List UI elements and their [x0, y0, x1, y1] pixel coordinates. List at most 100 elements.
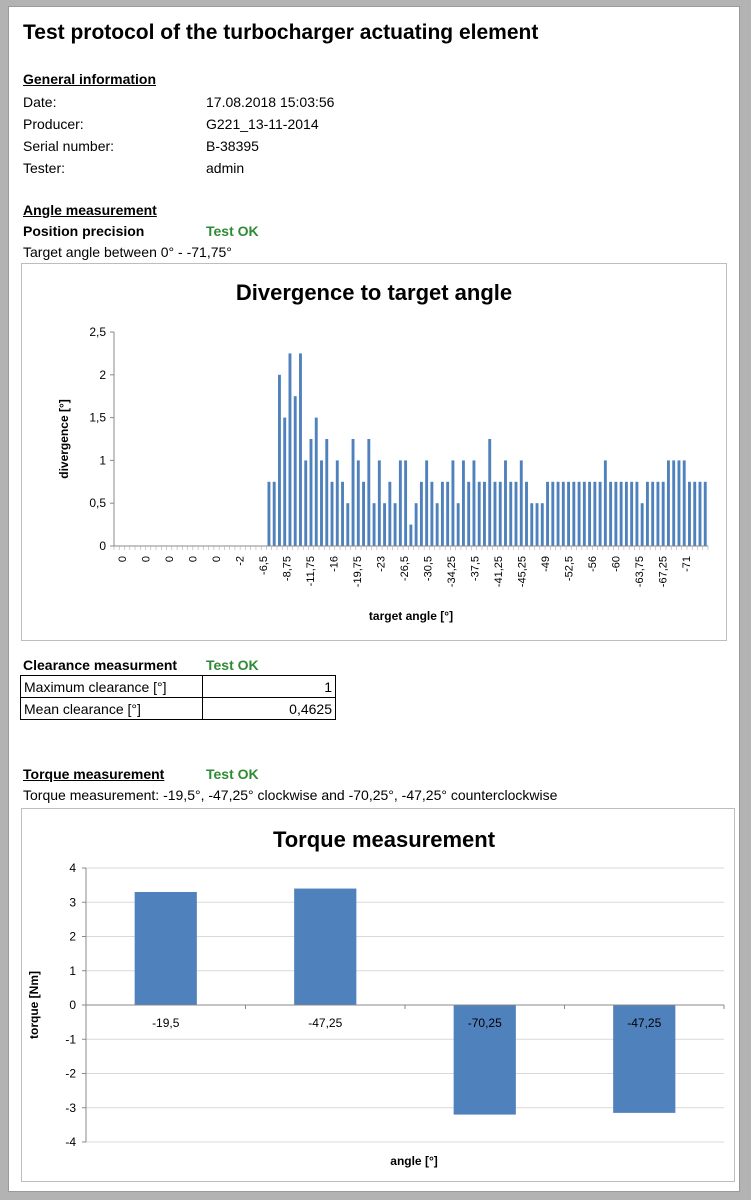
bar — [504, 460, 507, 546]
x-tick-label: 0 — [117, 556, 129, 562]
clearance-status: Test OK — [206, 657, 259, 673]
y-tick-label: 4 — [69, 861, 76, 875]
y-tick-label: -3 — [65, 1101, 76, 1115]
bar — [435, 503, 439, 546]
clearance-max-value: 1 — [202, 675, 336, 698]
x-axis-title: target angle [°] — [369, 609, 453, 623]
torque-chart: Torque measurement -4 -3 -2 -1 0 1 2 3 4 -19,5 -47,… — [21, 808, 735, 1182]
bar — [619, 481, 623, 546]
bar — [666, 460, 670, 546]
y-tick-label: 0,5 — [89, 496, 106, 510]
torque-heading: Torque measurement — [23, 766, 165, 782]
bar — [645, 481, 649, 546]
y-tick-label: 2 — [99, 368, 106, 382]
position-precision-label: Position precision — [23, 223, 145, 239]
bar — [383, 503, 387, 546]
torque-status: Test OK — [206, 766, 259, 782]
x-tick-label: 0 — [164, 556, 176, 562]
chart-title: Torque measurement — [273, 827, 496, 852]
bar — [588, 481, 592, 546]
x-tick-label: -56 — [587, 556, 599, 572]
y-tick-label: 2 — [69, 930, 76, 944]
bar — [672, 460, 676, 546]
general-label: Producer: — [23, 116, 84, 132]
bar — [404, 460, 408, 546]
x-tick-label: 0 — [211, 556, 223, 562]
x-tick-label: -30,5 — [423, 556, 435, 581]
general-value: B-38395 — [206, 138, 259, 154]
general-value: admin — [206, 160, 245, 176]
table-row: Mean clearance [°] 0,4625 — [20, 697, 336, 720]
bar — [393, 503, 397, 546]
y-tick-label: 2,5 — [89, 325, 106, 339]
bar — [388, 481, 392, 546]
bar — [425, 460, 429, 546]
bar — [488, 439, 492, 546]
bar — [446, 481, 450, 546]
divergence-chart: Divergence to target angle 0 0,5 1 1,5 2 2,5 0 0… — [21, 263, 727, 641]
x-tick-label: 0 — [141, 556, 153, 562]
x-tick-label: -37,5 — [470, 556, 482, 581]
general-label: Tester: — [23, 160, 66, 176]
bar — [467, 481, 471, 546]
bar — [304, 460, 308, 546]
category-label: -19,5 — [152, 1016, 180, 1030]
x-tick-label: -71 — [681, 556, 693, 572]
bar — [530, 503, 534, 546]
bar — [493, 481, 497, 546]
category-label: -70,25 — [468, 1016, 502, 1030]
x-tick-label: -67,25 — [658, 556, 670, 587]
clearance-mean-value: 0,4625 — [202, 697, 336, 720]
bar — [582, 481, 586, 546]
bar — [614, 481, 618, 546]
x-tick-label: -49 — [540, 556, 552, 572]
table-row: Maximum clearance [°] 1 — [20, 675, 336, 698]
bar — [288, 353, 292, 546]
bar — [525, 481, 528, 546]
bar — [624, 481, 628, 546]
bar — [519, 460, 523, 546]
bar — [630, 481, 634, 546]
x-tick-label: -23 — [376, 556, 388, 572]
bar — [688, 481, 691, 546]
torque-chart-svg: Torque measurement -4 -3 -2 -1 0 1 2 3 4 -19,5 -47,… — [27, 827, 725, 1168]
y-axis-title: divergence [°] — [57, 399, 71, 479]
x-axis-title: angle [°] — [390, 1154, 437, 1168]
clearance-mean-label: Mean clearance [°] — [20, 697, 203, 720]
x-tick-label: -41,25 — [493, 556, 505, 587]
bar — [283, 417, 287, 546]
bar — [656, 481, 660, 546]
y-tick-label: -4 — [65, 1135, 76, 1149]
bar — [294, 888, 357, 1005]
x-tick-label: -11,75 — [305, 556, 317, 586]
x-tick-label: -52,5 — [564, 556, 576, 581]
bar — [367, 439, 371, 546]
bar — [677, 460, 681, 546]
bar — [682, 460, 686, 546]
clearance-table: Maximum clearance [°] 1 Mean clearance [… — [20, 675, 336, 720]
bar — [540, 503, 544, 546]
bar — [320, 460, 323, 546]
bar — [267, 481, 271, 546]
bar — [535, 503, 539, 546]
bar — [461, 460, 465, 546]
bar — [414, 503, 418, 546]
general-value: 17.08.2018 15:03:56 — [206, 94, 335, 110]
bar — [551, 481, 555, 546]
x-tick-label: -6,5 — [258, 556, 270, 575]
bar — [483, 481, 486, 546]
bar — [698, 481, 702, 546]
x-tick-label: 0 — [188, 556, 200, 562]
torque-description: Torque measurement: -19,5°, -47,25° cloc… — [23, 787, 558, 803]
bar — [134, 891, 197, 1005]
bar — [661, 481, 665, 546]
position-precision-status: Test OK — [206, 223, 259, 239]
clearance-max-label: Maximum clearance [°] — [20, 675, 203, 698]
bar — [693, 481, 697, 546]
bar — [409, 524, 413, 546]
y-tick-label: 1,5 — [89, 411, 106, 425]
bar — [546, 481, 549, 546]
bar — [419, 481, 423, 546]
bar — [293, 396, 297, 546]
y-tick-label: 1 — [99, 453, 106, 467]
